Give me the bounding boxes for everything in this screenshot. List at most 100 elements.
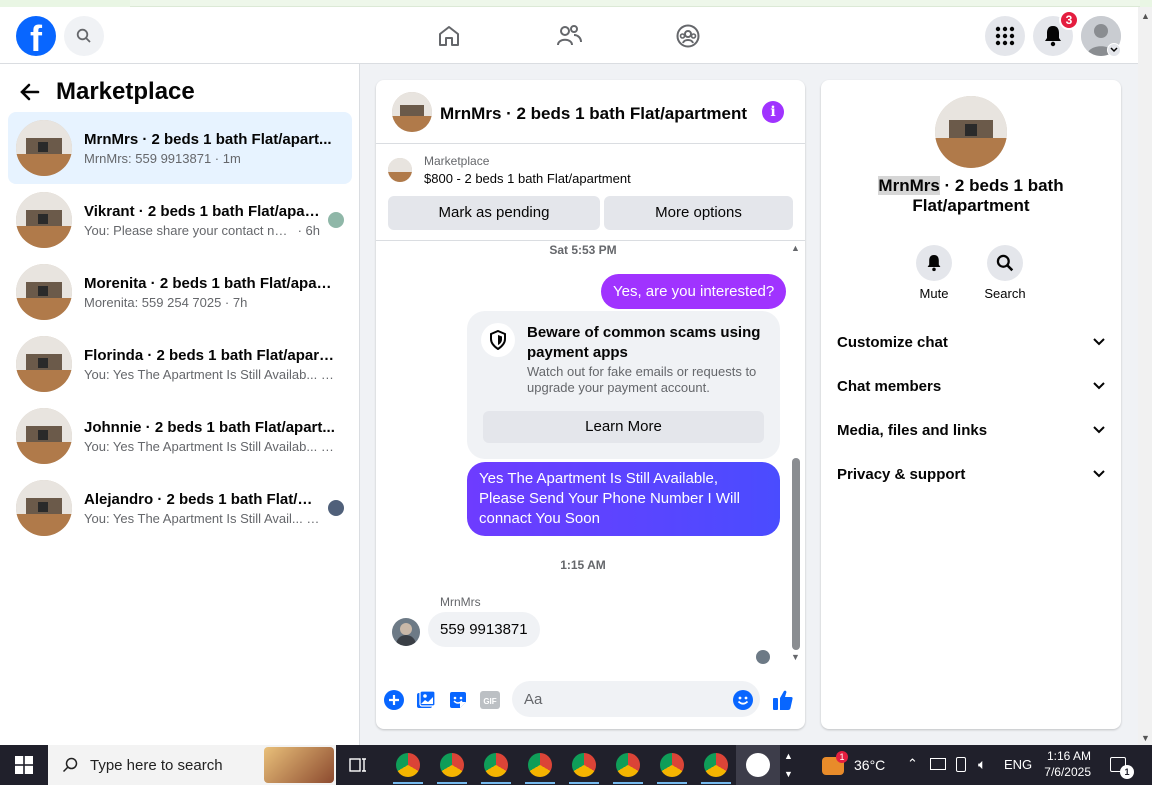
bell-icon [927, 255, 941, 272]
page-scrollbar[interactable]: ▲ ▼ [1138, 7, 1152, 745]
chevron-down-icon [1110, 47, 1118, 53]
conversation-name: Johnnie · 2 beds 1 bath Flat/apart... [84, 418, 335, 436]
facebook-logo[interactable]: f [16, 16, 56, 56]
taskbar-search[interactable]: Type here to search [48, 745, 336, 785]
sidebar-header: Marketplace [20, 78, 195, 106]
task-view-button[interactable] [348, 755, 368, 775]
volume-icon[interactable]: 🔈︎ [978, 756, 986, 773]
conversation-preview: You: Yes The Apartment Is Still Avail...… [84, 510, 320, 526]
listing-small-thumbnail [388, 158, 412, 182]
home-nav[interactable] [431, 19, 467, 53]
taskbar-overflow-scroll[interactable]: ▲ ▼ [784, 747, 793, 783]
conversation-time: · 6h [297, 222, 320, 238]
active-app-button[interactable] [736, 745, 780, 785]
listing-summary[interactable]: Marketplace $800 - 2 beds 1 bath Flat/ap… [388, 154, 631, 186]
task-view-icon [349, 758, 366, 772]
chrome-taskbar-app[interactable] [572, 753, 596, 777]
chrome-taskbar-app[interactable] [484, 753, 508, 777]
chat-title[interactable]: MrnMrs · 2 beds 1 bath Flat/apartment [440, 104, 747, 124]
search-in-chat-button[interactable] [987, 245, 1023, 281]
highlighted-name: MrnMrs [878, 176, 940, 195]
seen-avatar [328, 500, 344, 516]
clock[interactable]: 1:16 AM 7/6/2025 [1043, 748, 1091, 780]
listing-thumbnail [16, 480, 72, 536]
menu-button[interactable] [985, 16, 1025, 56]
app-running-indicator [657, 782, 687, 784]
conversation-name: MrnMrs · 2 beds 1 bath Flat/apart... [84, 130, 332, 148]
chrome-taskbar-app[interactable] [396, 753, 420, 777]
listing-thumbnail [16, 408, 72, 464]
conversation-name: Alejandro · 2 beds 1 bath Flat/ap... [84, 490, 320, 508]
chrome-taskbar-app[interactable] [660, 753, 684, 777]
network-icon[interactable] [930, 758, 946, 770]
windows-icon [15, 756, 33, 774]
marketplace-label: Marketplace [424, 154, 490, 168]
conversation-item[interactable]: Morenita · 2 beds 1 bath Flat/apart... M… [8, 256, 352, 328]
search-button[interactable] [64, 16, 104, 56]
back-arrow-icon[interactable] [20, 82, 40, 102]
conversation-item[interactable]: Vikrant · 2 beds 1 bath Flat/apar... You… [8, 184, 352, 256]
language-indicator[interactable]: ENG [1004, 757, 1032, 772]
chrome-taskbar-app[interactable] [528, 753, 552, 777]
listing-thumbnail [16, 192, 72, 248]
chat-members-section[interactable]: Chat members [837, 374, 1105, 398]
listing-avatar[interactable] [392, 92, 432, 132]
incoming-message[interactable]: 559 9913871 [428, 612, 540, 647]
outgoing-message[interactable]: Yes, are you interested? [601, 274, 787, 309]
attach-photo-button[interactable] [415, 689, 437, 711]
section-label: Chat members [837, 377, 942, 395]
shield-icon [490, 330, 506, 350]
battery-icon[interactable] [956, 757, 966, 772]
account-chevron[interactable] [1107, 43, 1121, 57]
chat-details-panel: MrnMrs · 2 beds 1 bath Flat/apartment Mu… [821, 80, 1121, 729]
apps-grid-icon [995, 26, 1015, 46]
info-icon[interactable]: i [762, 101, 784, 123]
conversation-item[interactable]: Johnnie · 2 beds 1 bath Flat/apart... Yo… [8, 400, 352, 472]
mark-as-pending-button[interactable]: Mark as pending [388, 196, 600, 230]
timestamp: 1:15 AM [560, 558, 606, 572]
groups-nav[interactable] [670, 19, 706, 53]
learn-more-button[interactable]: Learn More [483, 411, 764, 443]
privacy-support-section[interactable]: Privacy & support [837, 462, 1105, 486]
gif-button[interactable]: GIF [479, 689, 501, 711]
friends-nav[interactable] [551, 19, 587, 53]
conversation-item[interactable]: MrnMrs · 2 beds 1 bath Flat/apart... Mrn… [8, 112, 352, 184]
photo-icon [417, 690, 436, 708]
temperature[interactable]: 36°C [854, 757, 885, 773]
chevron-down-icon [1093, 426, 1105, 434]
tray-chevron-icon[interactable]: ⌃ [907, 756, 918, 772]
app-running-indicator [481, 782, 511, 784]
clock-time: 1:16 AM [1046, 749, 1091, 763]
plus-icon [384, 690, 404, 710]
search-icon [996, 254, 1014, 272]
sender-avatar[interactable] [392, 618, 420, 646]
search-label: Search [984, 286, 1026, 301]
conversation-preview: Morenita: 559 254 7025 · 7h [84, 294, 248, 310]
details-title: MrnMrs · 2 beds 1 bath Flat/apartment [851, 176, 1091, 216]
chat-scrollbar[interactable]: ▲ ▼ [790, 241, 802, 671]
chrome-taskbar-app[interactable] [616, 753, 640, 777]
search-icon [76, 28, 91, 43]
conversation-item[interactable]: Florinda · 2 beds 1 bath Flat/apart... Y… [8, 328, 352, 400]
message-input[interactable] [512, 681, 760, 717]
chat-window: MrnMrs · 2 beds 1 bath Flat/apartment i … [376, 80, 805, 729]
listing-thumbnail [16, 264, 72, 320]
sticker-button[interactable] [447, 689, 469, 711]
customize-chat-section[interactable]: Customize chat [837, 330, 1105, 354]
scam-warning-badge [481, 323, 515, 357]
start-button[interactable] [0, 745, 48, 785]
like-button[interactable] [772, 689, 794, 711]
conversation-list-panel: Marketplace MrnMrs · 2 beds 1 bath Flat/… [0, 64, 360, 745]
like-icon [773, 690, 793, 710]
media-files-links-section[interactable]: Media, files and links [837, 418, 1105, 442]
conversation-item[interactable]: Alejandro · 2 beds 1 bath Flat/ap... You… [8, 472, 352, 544]
more-options-button[interactable]: More options [604, 196, 793, 230]
emoji-button[interactable] [732, 689, 754, 711]
chrome-taskbar-app[interactable] [704, 753, 728, 777]
listing-title: $800 - 2 beds 1 bath Flat/apartment [424, 171, 631, 186]
emoji-icon [733, 690, 753, 710]
chrome-taskbar-app[interactable] [440, 753, 464, 777]
mute-button[interactable] [916, 245, 952, 281]
add-button[interactable] [383, 689, 405, 711]
outgoing-message[interactable]: Yes The Apartment Is Still Available, Pl… [467, 462, 780, 536]
